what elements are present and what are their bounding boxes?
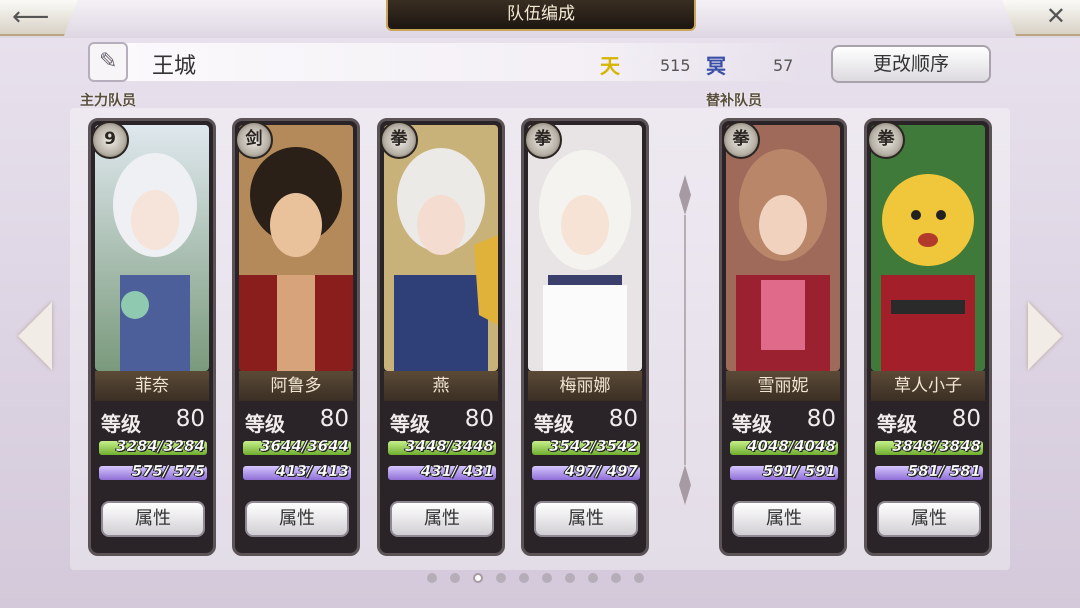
page-dot[interactable] [565, 573, 575, 583]
reorder-button[interactable]: 更改顺序 [831, 45, 991, 83]
member-card[interactable]: 剑 阿鲁多 等级 80 3644/3644 413/ 413 属性 [232, 118, 360, 556]
page-dot[interactable] [542, 573, 552, 583]
page-dot[interactable] [496, 573, 506, 583]
sp-value: 575/ 575 [131, 462, 206, 480]
member-name: 雪丽妮 [726, 371, 840, 401]
sp-value: 413/ 413 [275, 462, 350, 480]
edit-party-name-button[interactable]: ✎ [88, 42, 128, 82]
fist-icon: 拳 [867, 121, 905, 159]
fist-icon: 拳 [524, 121, 562, 159]
party-name-bar [125, 43, 805, 81]
level-value: 80 [175, 406, 205, 432]
member-card[interactable]: 拳 雪丽妮 等级 80 4048/4048 591/ 591 属性 [719, 118, 847, 556]
character-portrait [528, 125, 642, 371]
role-icon: 9 [91, 121, 129, 159]
level-value: 80 [608, 406, 638, 432]
attributes-button[interactable]: 属性 [732, 501, 836, 537]
level-label: 等级 [877, 412, 917, 436]
member-name: 燕 [384, 371, 498, 401]
attributes-button[interactable]: 属性 [877, 501, 981, 537]
level-value: 80 [319, 406, 349, 432]
sp-value: 591/ 591 [762, 462, 837, 480]
character-portrait [239, 125, 353, 371]
page-dot[interactable] [473, 573, 483, 583]
page-dot[interactable] [519, 573, 529, 583]
member-card[interactable]: 9 菲奈 等级 80 3284/3284 575/ 575 属性 [88, 118, 216, 556]
hp-value: 3542/3542 [549, 437, 638, 455]
underworld-icon: 冥 [706, 54, 726, 78]
member-card[interactable]: 拳 燕 等级 80 3448/3448 431/ 431 属性 [377, 118, 505, 556]
close-icon: ✕ [1045, 2, 1066, 30]
page-dot[interactable] [427, 573, 437, 583]
pagination-dots [427, 573, 644, 585]
next-page-arrow-icon[interactable] [1028, 302, 1062, 370]
sp-value: 431/ 431 [420, 462, 495, 480]
character-portrait [384, 125, 498, 371]
hp-value: 3644/3644 [260, 437, 349, 455]
member-name: 梅丽娜 [528, 371, 642, 401]
level-label: 等级 [732, 412, 772, 436]
member-card[interactable]: 拳 梅丽娜 等级 80 3542/3542 497/ 497 属性 [521, 118, 649, 556]
hp-value: 3448/3448 [405, 437, 494, 455]
page-dot[interactable] [634, 573, 644, 583]
back-arrow-icon: ⟵ [12, 2, 50, 32]
level-label: 等级 [245, 412, 285, 436]
page-dot[interactable] [450, 573, 460, 583]
page-dot[interactable] [588, 573, 598, 583]
level-value: 80 [806, 406, 836, 432]
member-card[interactable]: 拳 草人小子 等级 80 3848/3848 581/ 581 属性 [864, 118, 992, 556]
prev-page-arrow-icon[interactable] [18, 302, 52, 370]
member-name: 草人小子 [871, 371, 985, 401]
sword-icon: 剑 [235, 121, 273, 159]
attributes-button[interactable]: 属性 [390, 501, 494, 537]
attributes-button[interactable]: 属性 [534, 501, 638, 537]
page-title: 队伍编成 [386, 0, 696, 31]
sub-members-label: 替补队员 [706, 93, 762, 109]
fist-icon: 拳 [722, 121, 760, 159]
member-name: 菲奈 [95, 371, 209, 401]
hp-value: 3284/3284 [116, 437, 205, 455]
main-members-label: 主力队员 [80, 93, 136, 109]
character-portrait [95, 125, 209, 371]
hp-value: 3848/3848 [892, 437, 981, 455]
character-portrait [871, 125, 985, 371]
heaven-value: 515 [660, 56, 691, 75]
sp-value: 581/ 581 [907, 462, 982, 480]
level-label: 等级 [534, 412, 574, 436]
fist-icon: 拳 [380, 121, 418, 159]
team-divider [679, 175, 691, 505]
level-value: 80 [951, 406, 981, 432]
attributes-button[interactable]: 属性 [101, 501, 205, 537]
party-name: 王城 [152, 54, 197, 79]
level-label: 等级 [390, 412, 430, 436]
hp-value: 4048/4048 [747, 437, 836, 455]
page-dot[interactable] [611, 573, 621, 583]
character-portrait [726, 125, 840, 371]
member-name: 阿鲁多 [239, 371, 353, 401]
heaven-icon: 天 [600, 54, 620, 78]
attributes-button[interactable]: 属性 [245, 501, 349, 537]
level-label: 等级 [101, 412, 141, 436]
underworld-value: 57 [773, 56, 794, 75]
quill-icon: ✎ [99, 49, 118, 74]
sp-value: 497/ 497 [564, 462, 639, 480]
level-value: 80 [464, 406, 494, 432]
